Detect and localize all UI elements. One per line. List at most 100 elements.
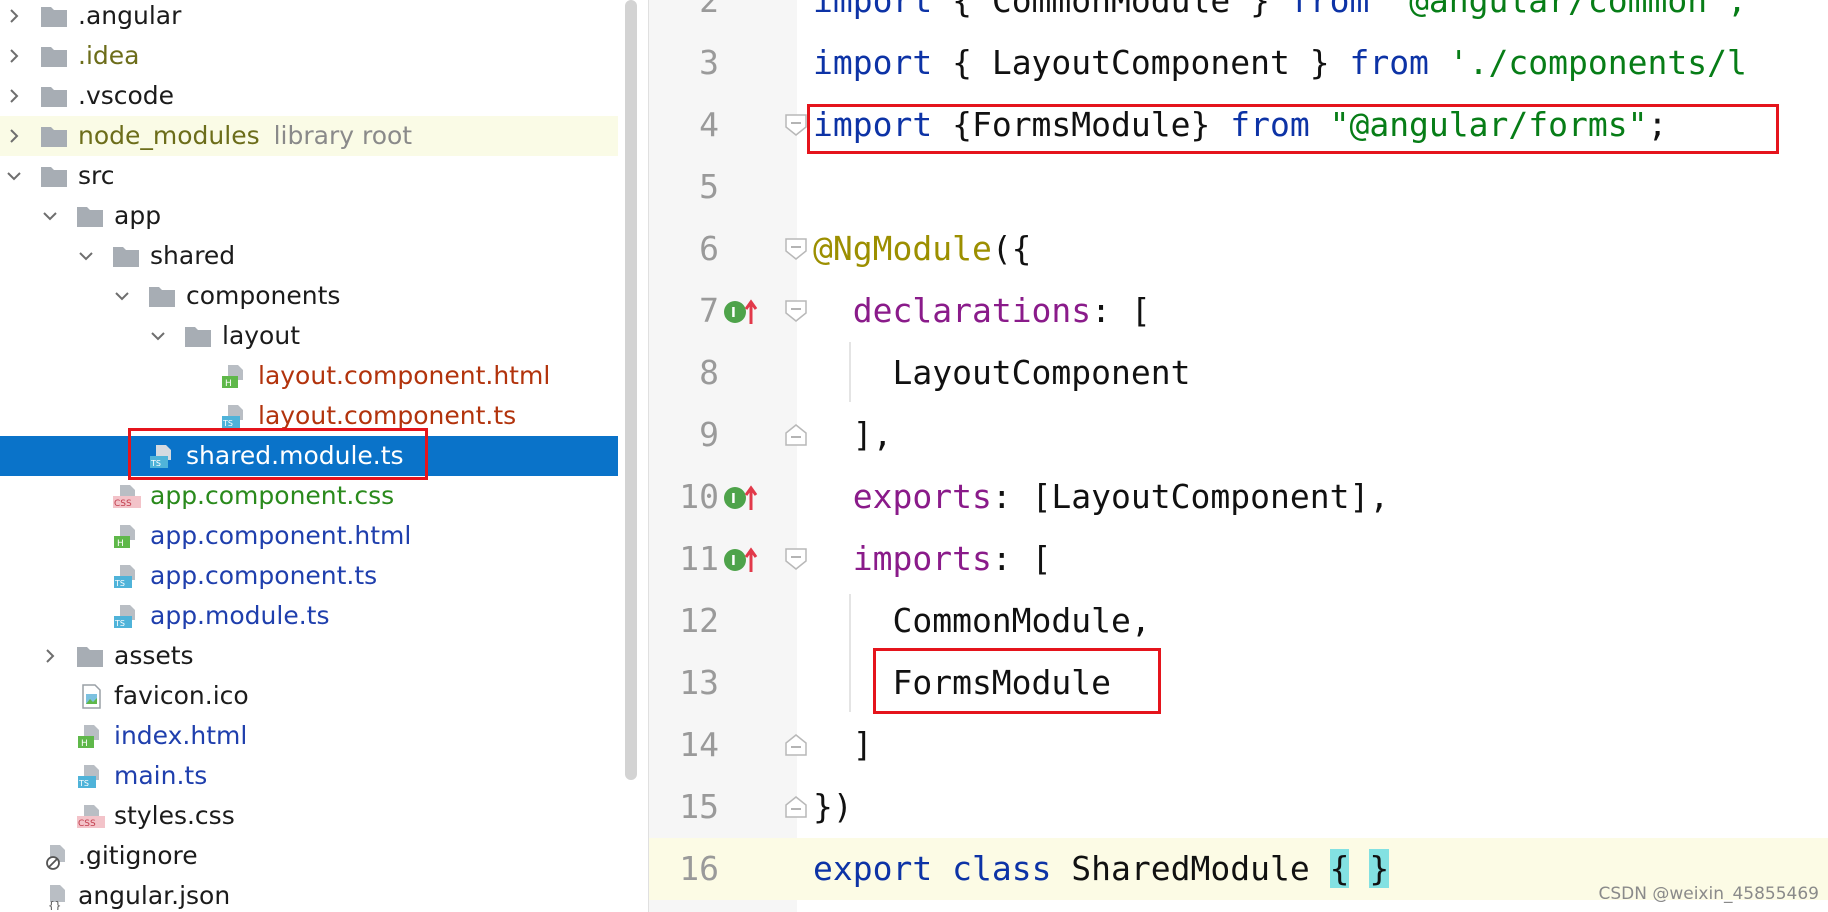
code-line[interactable]: 7I declarations: [	[649, 280, 1828, 342]
folder-icon	[148, 284, 176, 308]
fold-end-icon[interactable]	[785, 796, 807, 818]
implemented-gutter-icon[interactable]: I	[723, 546, 767, 574]
line-number: 14	[679, 725, 719, 764]
tree-item-layout-component-ts[interactable]: TS layout.component.ts	[0, 396, 618, 436]
code-line[interactable]: 9 ],	[649, 404, 1828, 466]
code-line[interactable]: 6 @NgModule({	[649, 218, 1828, 280]
code-token: {	[1329, 849, 1350, 888]
ignore-file-icon	[42, 844, 70, 870]
code-token: : [LayoutComponent],	[991, 477, 1390, 516]
chevron-right-icon[interactable]	[6, 48, 22, 64]
implemented-gutter-icon[interactable]: I	[723, 298, 767, 326]
tree-item-label: src	[78, 161, 115, 190]
tree-item-app-module-ts[interactable]: TS app.module.ts	[0, 596, 618, 636]
tree-item-components[interactable]: components	[0, 276, 618, 316]
implemented-gutter-icon[interactable]: I	[723, 484, 767, 512]
tree-item-src[interactable]: src	[0, 156, 618, 196]
tree-item-vscode[interactable]: .vscode	[0, 76, 618, 116]
tree-item-app-component-css[interactable]: CSS app.component.css	[0, 476, 618, 516]
tree-scrollbar[interactable]	[622, 0, 640, 780]
scrollbar-thumb[interactable]	[625, 0, 637, 780]
tree-item-label: .idea	[78, 41, 140, 70]
code-line[interactable]: 3 import { LayoutComponent } from './comp…	[649, 32, 1828, 94]
chevron-right-icon[interactable]	[42, 648, 58, 664]
tree-item-idea[interactable]: .idea	[0, 36, 618, 76]
folder-icon	[76, 204, 104, 228]
code-token: import	[813, 105, 933, 144]
code-token: LayoutComponent	[813, 353, 1191, 392]
json-file-icon: {}	[42, 884, 70, 912]
code-token: }	[1369, 849, 1390, 888]
code-token: from	[1289, 0, 1370, 20]
chevron-down-icon[interactable]	[150, 328, 166, 344]
tree-item-label: shared.module.ts	[186, 441, 404, 470]
svg-text:I: I	[731, 492, 736, 507]
library-root-hint: library root	[273, 121, 413, 150]
tree-item-main-ts[interactable]: TS main.ts	[0, 756, 618, 796]
tree-item-shared[interactable]: shared	[0, 236, 618, 276]
ts-file-icon: TS	[112, 604, 140, 628]
ts-file-icon: TS	[220, 404, 248, 428]
tree-item-app-component-ts[interactable]: TS app.component.ts	[0, 556, 618, 596]
code-text: FormsModule	[813, 652, 1111, 714]
fold-collapse-icon[interactable]	[785, 548, 807, 570]
tree-item-layout[interactable]: layout	[0, 316, 618, 356]
tree-item-index-html[interactable]: H index.html	[0, 716, 618, 756]
code-token: imports	[852, 539, 992, 578]
tree-item-assets[interactable]: assets	[0, 636, 618, 676]
tree-item-label: index.html	[114, 721, 248, 750]
chevron-down-icon[interactable]	[114, 288, 130, 304]
code-line[interactable]: 10 I exports: [LayoutComponent],	[649, 466, 1828, 528]
tree-item-label: components	[186, 281, 341, 310]
code-line[interactable]: 14 ]	[649, 714, 1828, 776]
tree-item-label: layout.component.ts	[258, 401, 517, 430]
tree-item-favicon[interactable]: favicon.ico	[0, 676, 618, 716]
code-token: import	[813, 43, 933, 82]
fold-end-icon[interactable]	[785, 734, 807, 756]
folder-icon	[112, 244, 140, 268]
code-token: declarations	[852, 291, 1092, 330]
indent-guide	[849, 342, 851, 402]
fold-collapse-icon[interactable]	[785, 238, 807, 260]
code-line[interactable]: 5	[649, 156, 1828, 218]
tree-item-app-component-html[interactable]: H app.component.html	[0, 516, 618, 556]
code-token: { LayoutComponent }	[932, 43, 1350, 82]
svg-text:CSS: CSS	[114, 499, 132, 509]
tree-item-styles-css[interactable]: CSS styles.css	[0, 796, 618, 836]
css-file-icon: CSS	[112, 484, 141, 509]
tree-item-angular-json[interactable]: {} angular.json	[0, 876, 618, 912]
code-line[interactable]: 13 FormsModule	[649, 652, 1828, 714]
code-token: ;	[1647, 105, 1668, 144]
tree-item-layout-component-html[interactable]: H layout.component.html	[0, 356, 618, 396]
tree-item-label: app.component.css	[150, 481, 395, 510]
code-token: {FormsModule}	[932, 105, 1231, 144]
code-line[interactable]: 11 I imports: [	[649, 528, 1828, 590]
fold-end-icon[interactable]	[785, 424, 807, 446]
fold-collapse-icon[interactable]	[785, 300, 807, 322]
code-line[interactable]: 12 CommonModule,	[649, 590, 1828, 652]
code-line[interactable]: 2 import { CommonModule } from '@angular/…	[649, 0, 1828, 32]
chevron-right-icon[interactable]	[6, 128, 22, 144]
tree-item-shared-module-ts[interactable]: TS shared.module.ts	[0, 436, 618, 476]
chevron-down-icon[interactable]	[78, 248, 94, 264]
code-token: { CommonModule }	[932, 0, 1290, 20]
code-line[interactable]: 15})	[649, 776, 1828, 838]
tree-item-app[interactable]: app	[0, 196, 618, 236]
code-text: export class SharedModule { }	[813, 838, 1390, 900]
chevron-right-icon[interactable]	[6, 88, 22, 104]
chevron-down-icon[interactable]	[42, 208, 58, 224]
folder-icon	[76, 644, 104, 668]
tree-item-angular[interactable]: .angular	[0, 0, 618, 36]
code-line[interactable]: 4 import {FormsModule} from "@angular/for…	[649, 94, 1828, 156]
tree-item-gitignore[interactable]: .gitignore	[0, 836, 618, 876]
watermark: CSDN @weixin_45855469	[1598, 884, 1819, 904]
tree-item-label: assets	[114, 641, 194, 670]
fold-collapse-icon[interactable]	[785, 114, 807, 136]
tree-item-node-modules[interactable]: node_modules library root	[0, 116, 618, 156]
code-token: })	[813, 787, 853, 826]
chevron-down-icon[interactable]	[6, 168, 22, 184]
code-editor[interactable]: 2 import { CommonModule } from '@angular/…	[648, 0, 1828, 912]
chevron-right-icon[interactable]	[6, 8, 22, 24]
code-line[interactable]: 8 LayoutComponent	[649, 342, 1828, 404]
